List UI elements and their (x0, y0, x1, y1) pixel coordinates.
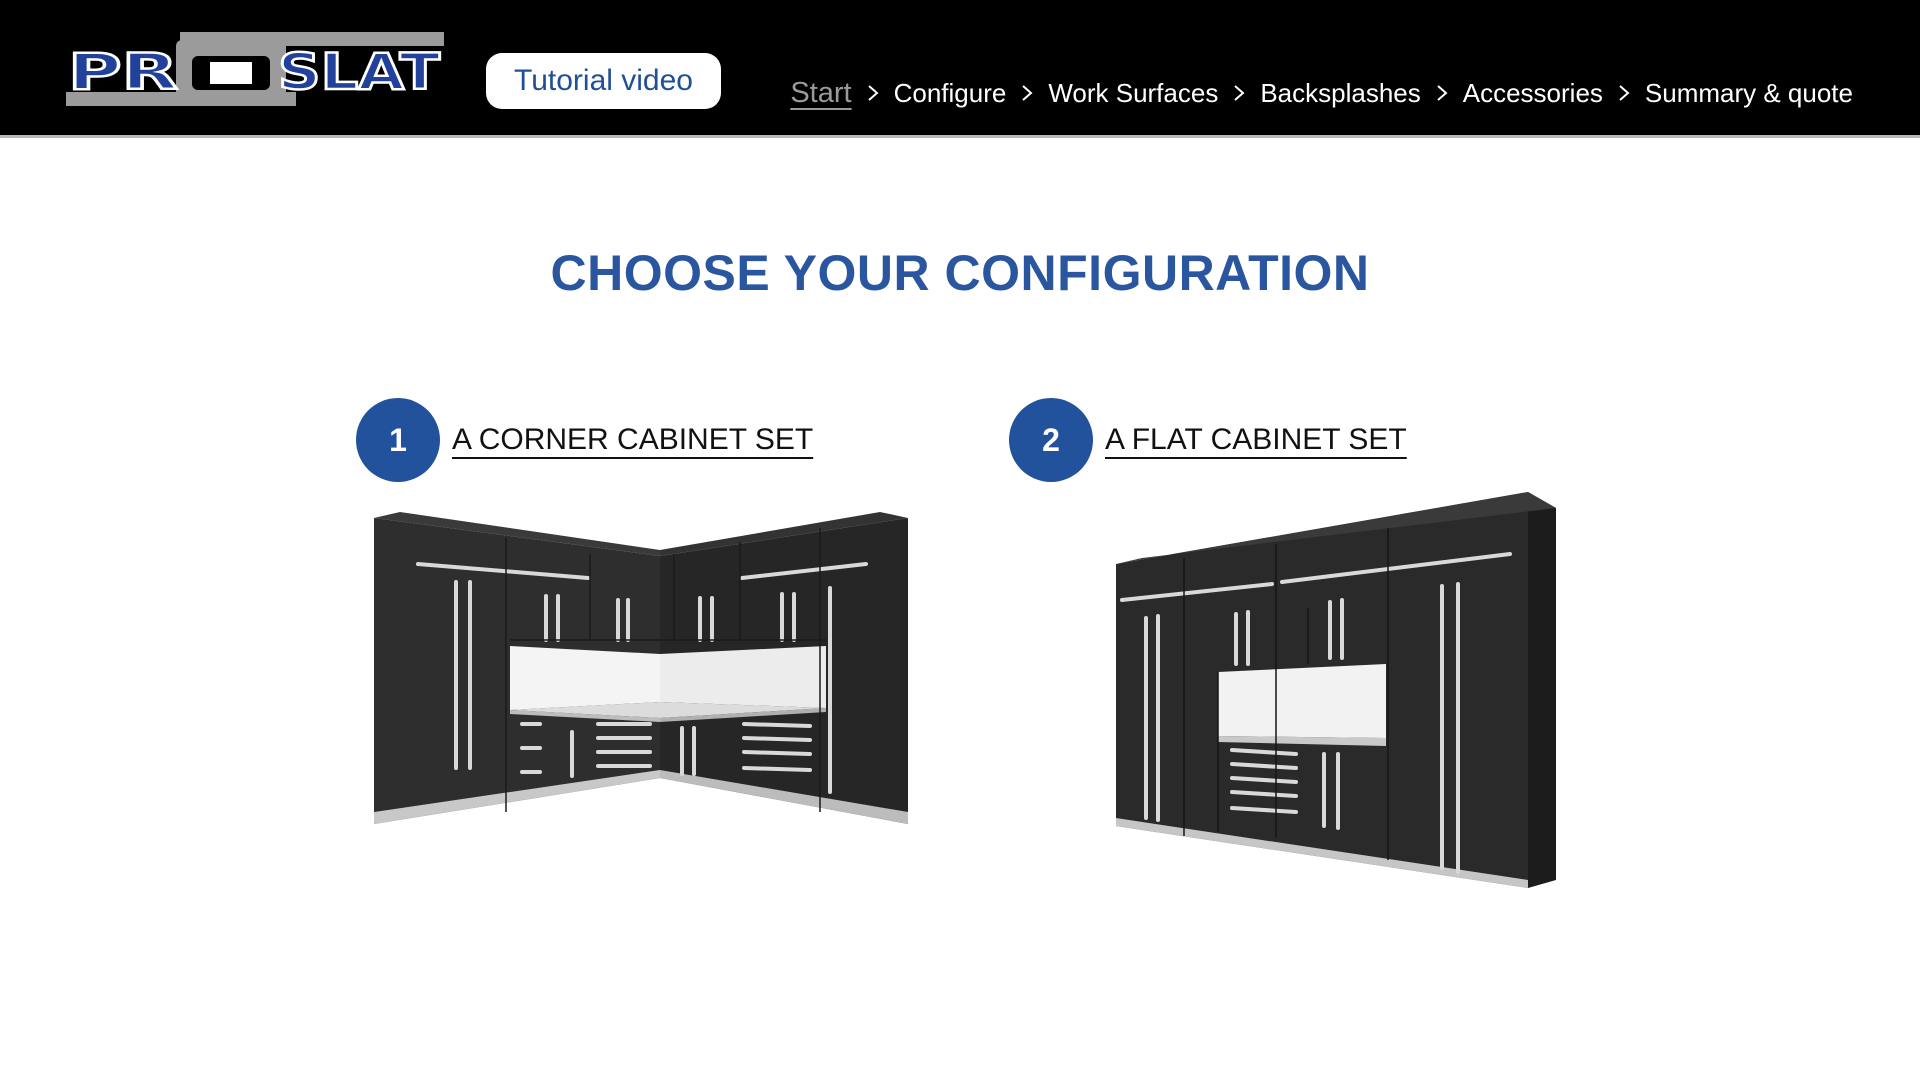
corner-cabinet-set-image[interactable] (370, 512, 910, 832)
step-summary-quote[interactable]: Summary & quote (1645, 70, 1853, 116)
svg-text:SLAT: SLAT (278, 43, 440, 101)
breadcrumb-steps: Start Configure Work Surfaces Backsplash… (790, 70, 1853, 116)
chevron-right-icon (852, 70, 894, 116)
page-title: CHOOSE YOUR CONFIGURATION (550, 245, 1370, 301)
option-label[interactable]: A FLAT CABINET SET (1105, 423, 1407, 457)
step-backsplashes[interactable]: Backsplashes (1260, 70, 1420, 116)
option-header[interactable]: 2 A FLAT CABINET SET (1009, 398, 1407, 482)
option-header[interactable]: 1 A CORNER CABINET SET (356, 398, 813, 482)
chevron-right-icon (1218, 70, 1260, 116)
step-configure[interactable]: Configure (894, 70, 1007, 116)
chevron-right-icon (1006, 70, 1048, 116)
flat-cabinet-set-image[interactable] (1112, 488, 1558, 908)
number-badge: 2 (1009, 398, 1093, 482)
proslat-logo-graphic: PR SLAT (66, 32, 444, 106)
proslat-logo[interactable]: PR SLAT (64, 30, 448, 110)
chevron-right-icon (1421, 70, 1463, 116)
step-accessories[interactable]: Accessories (1463, 70, 1603, 116)
option-label[interactable]: A CORNER CABINET SET (452, 423, 813, 457)
step-work-surfaces[interactable]: Work Surfaces (1048, 70, 1218, 116)
step-start[interactable]: Start (790, 70, 851, 116)
header-bar: PR SLAT Tutorial video Start Configure W… (0, 0, 1920, 138)
tutorial-video-button[interactable]: Tutorial video (486, 53, 721, 109)
chevron-right-icon (1603, 70, 1645, 116)
number-badge: 1 (356, 398, 440, 482)
svg-text:PR: PR (68, 43, 178, 101)
